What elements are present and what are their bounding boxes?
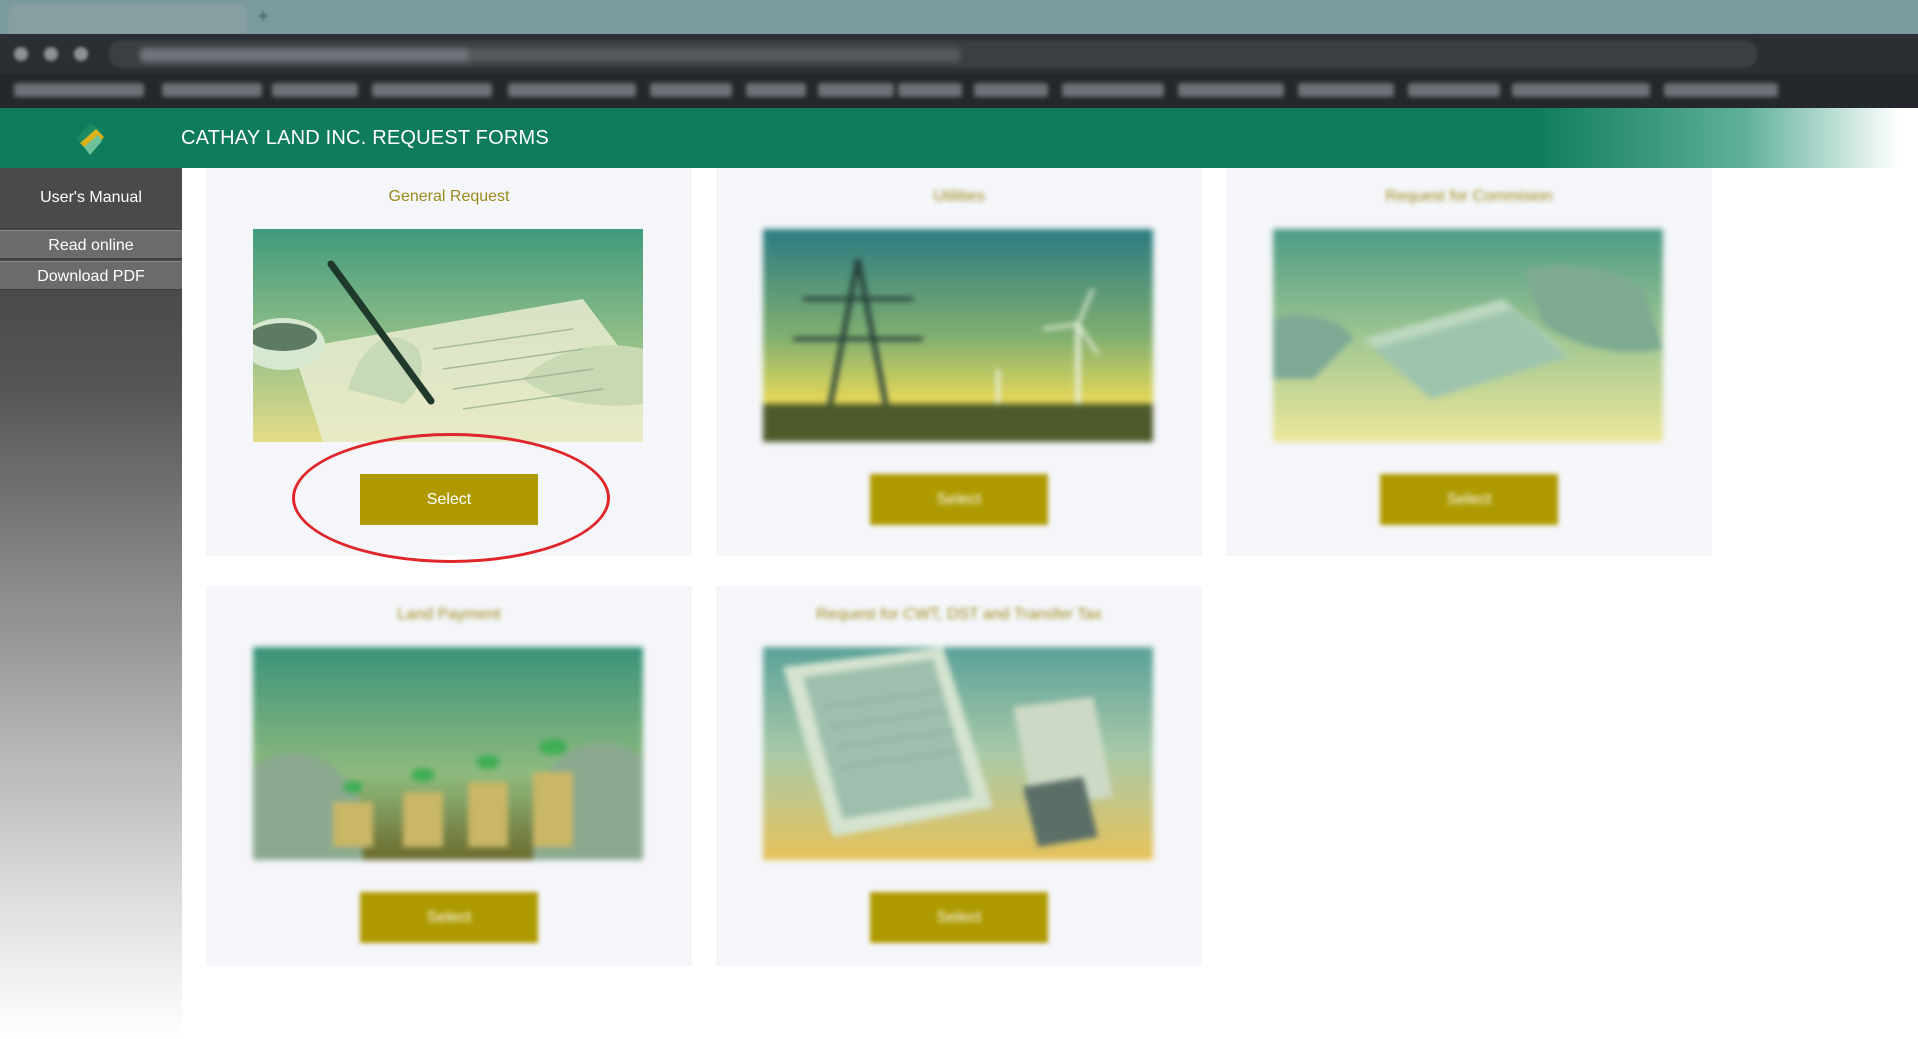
- download-pdf-link[interactable]: Download PDF: [0, 261, 182, 290]
- card-land-payment: Land Payment Select: [206, 586, 692, 966]
- bookmark-item[interactable]: [1298, 83, 1394, 97]
- bookmark-item[interactable]: [1062, 83, 1164, 97]
- page-title: CATHAY LAND INC. REQUEST FORMS: [181, 127, 549, 149]
- bookmark-item[interactable]: [14, 83, 144, 97]
- cathay-land-logo-icon: [76, 123, 104, 155]
- sidebar: User's Manual Read online Download PDF: [0, 168, 182, 1039]
- bookmark-item[interactable]: [974, 83, 1048, 97]
- reload-icon[interactable]: [74, 47, 88, 61]
- bookmark-item[interactable]: [272, 83, 358, 97]
- plants-on-coin-stacks-image: [253, 647, 643, 860]
- forward-icon[interactable]: [44, 47, 58, 61]
- select-button[interactable]: Select: [1380, 474, 1558, 525]
- counting-money-image: [1273, 229, 1663, 442]
- hand-writing-on-form-image: [253, 229, 643, 442]
- users-manual-title: User's Manual: [0, 168, 182, 228]
- card-title: Utilities: [933, 188, 985, 205]
- card-request-for-cwt-dst-transfer-tax: Request for CWT, DST and Transfer Tax Se…: [716, 586, 1202, 966]
- card-title: Land Payment: [397, 606, 501, 623]
- bookmark-item[interactable]: [1408, 83, 1500, 97]
- read-online-link[interactable]: Read online: [0, 230, 182, 259]
- card-title: Request for Commision: [1385, 188, 1553, 205]
- card-utilities: Utilities Select: [716, 168, 1202, 556]
- red-highlight-ellipse: [292, 433, 610, 563]
- bookmark-item[interactable]: [746, 83, 806, 97]
- bookmark-item[interactable]: [1664, 83, 1778, 97]
- bookmark-item[interactable]: [372, 83, 492, 97]
- select-button[interactable]: Select: [870, 892, 1048, 943]
- card-title: General Request: [388, 188, 510, 205]
- power-lines-and-wind-turbines-image: [763, 229, 1153, 442]
- bookmark-item[interactable]: [1178, 83, 1284, 97]
- bookmark-item[interactable]: [162, 83, 262, 97]
- documents-and-calculator-image: [763, 647, 1153, 860]
- back-icon[interactable]: [14, 47, 28, 61]
- new-tab-icon[interactable]: +: [258, 6, 278, 26]
- select-button[interactable]: Select: [360, 892, 538, 943]
- app-header: CATHAY LAND INC. REQUEST FORMS: [0, 108, 1918, 168]
- url-text: [140, 48, 960, 62]
- card-request-for-commision: Request for Commision Select: [1226, 168, 1712, 556]
- browser-tab[interactable]: [8, 4, 246, 34]
- browser-tab-bar: +: [0, 0, 1918, 34]
- bookmark-item[interactable]: [650, 83, 732, 97]
- bookmark-item[interactable]: [898, 83, 962, 97]
- bookmark-item[interactable]: [508, 83, 636, 97]
- bookmark-item[interactable]: [818, 83, 894, 97]
- select-button[interactable]: Select: [870, 474, 1048, 525]
- bookmark-item[interactable]: [1512, 83, 1650, 97]
- card-title: Request for CWT, DST and Transfer Tax: [816, 606, 1102, 623]
